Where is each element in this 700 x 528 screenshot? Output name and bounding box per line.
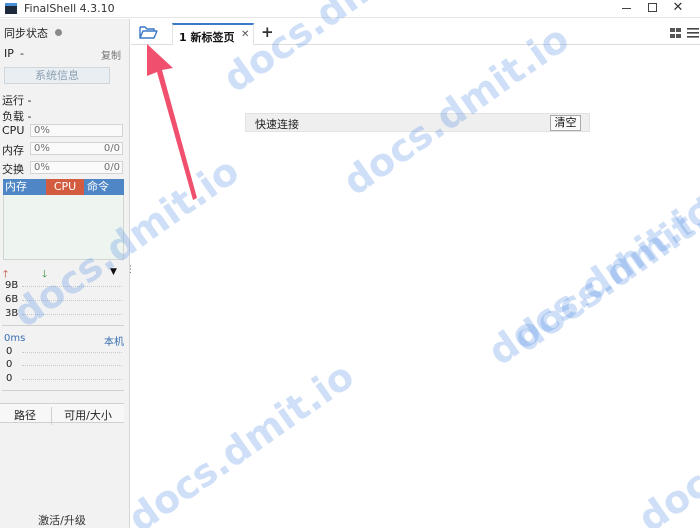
latency-gridline [22, 352, 122, 353]
network-scale-label: 3B [5, 308, 19, 319]
network-scale-label: 6B [5, 294, 19, 305]
latency-scale-label: 0 [6, 346, 13, 357]
divider [2, 390, 124, 391]
tab-bar: 1 新标签页 ✕ + [131, 19, 700, 45]
quick-connect-label: 快速连接 [255, 118, 299, 131]
watermark-text: docs.dmit.io [480, 186, 700, 375]
process-tab-command[interactable]: 命令 [85, 179, 124, 195]
latency-gridline [22, 365, 122, 366]
activate-upgrade-link[interactable]: 激活/升级 [0, 512, 124, 528]
copy-ip-button[interactable]: 复制 [101, 47, 121, 62]
process-list[interactable] [3, 195, 124, 260]
swap-usage-bar: 0% 0/0 [30, 161, 123, 174]
watermark-text: docs.dmit.io [505, 173, 700, 362]
system-info-button[interactable]: 系统信息 [4, 67, 110, 84]
memory-usage-value: 0% [34, 143, 50, 154]
ip-label: IP [4, 47, 14, 60]
finalshell-window: FinalShell 4.3.10 ✕ 同步状态 IP - 复制 系统信息 运行… [0, 0, 700, 528]
sidebar: 同步状态 IP - 复制 系统信息 运行 - 负载 - CPU 0% 内存 0%… [0, 19, 135, 528]
tab-close-icon[interactable]: ✕ [241, 29, 249, 40]
memory-label: 内存 [2, 144, 24, 157]
maximize-button[interactable] [640, 0, 664, 16]
network-gridline [22, 286, 122, 287]
network-scale-label: 9B [5, 280, 19, 291]
minimize-button[interactable] [614, 0, 638, 16]
latency-scale-label: 0 [6, 373, 13, 384]
disk-table-header: 路径 可用/大小 [0, 403, 124, 425]
more-options-icon[interactable]: ⋮ [126, 266, 135, 275]
maximize-icon [647, 2, 657, 12]
latency-label: 0ms [4, 333, 26, 344]
cpu-label: CPU [2, 124, 25, 137]
watermark-text: docs.dmit.io [630, 353, 700, 528]
clear-button[interactable]: 清空 [550, 115, 581, 131]
latency-host-link[interactable]: 本机 [104, 333, 124, 348]
window-title: FinalShell 4.3.10 [24, 2, 115, 15]
watermark-text: docs.dmit.io [120, 353, 362, 528]
folder-open-icon[interactable] [139, 25, 158, 39]
annotation-arrow-icon [147, 44, 197, 200]
close-button[interactable]: ✕ [666, 0, 690, 16]
swap-usage-value: 0% [34, 162, 50, 173]
ip-value: - [20, 47, 24, 60]
swap-label: 交换 [2, 163, 24, 176]
network-interface-dropdown-icon[interactable]: ▼ [110, 267, 117, 277]
memory-usage-amount: 0/0 [103, 143, 120, 154]
swap-usage-amount: 0/0 [103, 162, 120, 173]
add-tab-icon[interactable]: + [261, 23, 274, 41]
disk-column-path[interactable]: 路径 [0, 407, 50, 423]
latency-scale-label: 0 [6, 359, 13, 370]
network-gridline [22, 300, 122, 301]
memory-usage-bar: 0% 0/0 [30, 142, 123, 155]
uptime-label: 运行 - [2, 94, 32, 107]
process-tab-cpu[interactable]: CPU [46, 179, 84, 195]
divider [2, 325, 124, 326]
latency-gridline [22, 379, 122, 380]
hamburger-menu-icon[interactable] [687, 28, 699, 38]
download-arrow-icon: 🡓 [42, 269, 48, 280]
load-label: 负载 - [2, 110, 32, 123]
network-gridline [22, 314, 122, 315]
cpu-usage-value: 0% [34, 125, 50, 136]
quick-connect-bar: 快速连接 清空 [245, 113, 590, 132]
grid-view-icon[interactable] [670, 28, 681, 38]
title-bar: FinalShell 4.3.10 ✕ [0, 0, 700, 18]
sync-status-label: 同步状态 [4, 27, 48, 40]
close-icon: ✕ [672, 0, 684, 15]
process-tab-memory[interactable]: 内存 [3, 179, 45, 195]
process-tab-bar: 内存 CPU 命令 [3, 179, 124, 195]
app-logo-icon [5, 3, 17, 14]
sync-status-dot-icon [55, 29, 62, 36]
disk-column-size[interactable]: 可用/大小 [51, 407, 124, 425]
minimize-icon [621, 7, 631, 9]
cpu-usage-bar: 0% [30, 124, 123, 137]
